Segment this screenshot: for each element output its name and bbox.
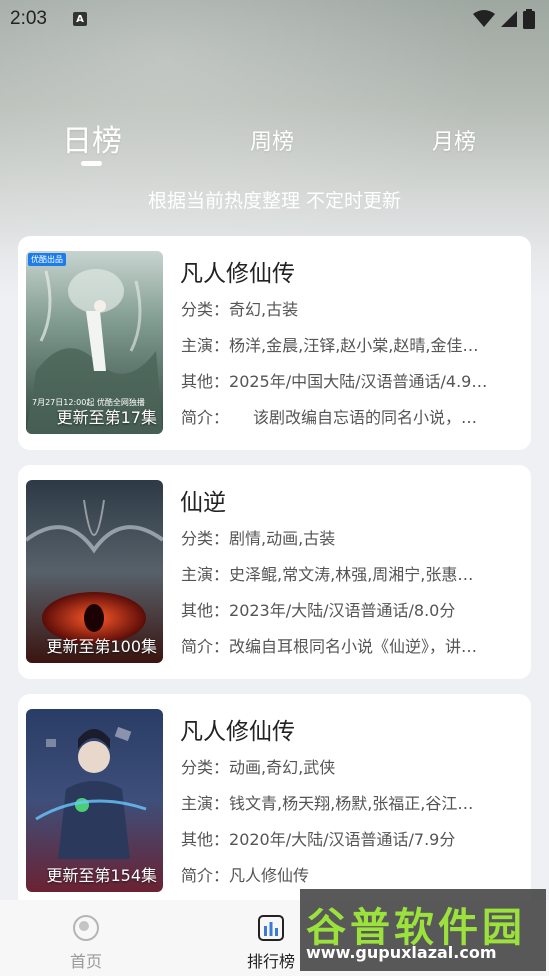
a-letter-icon: A [72, 12, 87, 26]
synopsis-row: 简介：凡人修仙传 [181, 862, 523, 886]
other-value: 2023年/大陆/汉语普通话/8.0分 [229, 601, 456, 620]
synopsis-row: 简介： 该剧改编自忘语的同名小说，… [181, 404, 523, 428]
wifi-icon [473, 10, 495, 27]
episode-status: 更新至第17集 [56, 408, 157, 427]
genre-label: 分类： [181, 300, 230, 319]
genre-row: 分类：奇幻,古装 [181, 296, 523, 320]
other-row: 其他：2020年/大陆/汉语普通话/7.9分 [181, 826, 523, 850]
synopsis-row: 简介：改编自耳根同名小说《仙逆》，讲… [181, 633, 523, 657]
other-label: 其他： [181, 601, 230, 620]
episode-status: 更新至第100集 [46, 637, 157, 656]
badge: 优酷出品 [28, 253, 66, 266]
status-bar: 2:03 A [0, 0, 549, 38]
battery-icon [523, 9, 535, 29]
genre-value: 动画,奇幻,武侠 [229, 758, 336, 777]
other-label: 其他： [181, 830, 230, 849]
synopsis-value: 该剧改编自忘语的同名小说，… [221, 408, 478, 427]
cast-value: 史泽鲲,常文涛,林强,周湘宁,张惠… [229, 565, 474, 584]
item-title: 凡人修仙传 [180, 261, 295, 287]
cast-row: 主演：史泽鲲,常文涛,林强,周湘宁,张惠… [181, 561, 523, 585]
synopsis-value: 凡人修仙传 [229, 866, 310, 885]
genre-label: 分类： [181, 758, 230, 777]
signal-icon [501, 11, 517, 27]
ranking-tabs: 日榜 周榜 月榜 [0, 110, 549, 170]
genre-row: 分类：动画,奇幻,武侠 [181, 754, 523, 778]
tab-monthly[interactable]: 月榜 [432, 124, 476, 156]
status-time: 2:03 [10, 8, 47, 29]
nav-ranking-label: 排行榜 [247, 952, 296, 971]
home-icon [73, 915, 99, 941]
ranking-icon [258, 915, 284, 941]
other-row: 其他：2025年/中国大陆/汉语普通话/4.9… [181, 368, 523, 392]
episode-status: 更新至第154集 [46, 866, 157, 885]
genre-row: 分类：剧情,动画,古装 [181, 525, 523, 549]
synopsis-value: 改编自耳根同名小说《仙逆》，讲… [229, 637, 478, 656]
watermark: 谷普软件园 www.gupuxlazal.com [300, 889, 546, 971]
other-row: 其他：2023年/大陆/汉语普通话/8.0分 [181, 597, 523, 621]
cast-label: 主演： [181, 336, 230, 355]
nav-ranking[interactable]: 排行榜 [247, 914, 295, 972]
poster-image[interactable]: 优酷出品 7月27日12:00起 优酷全网独播 更新至第17集 [26, 251, 163, 434]
genre-label: 分类： [181, 529, 230, 548]
poster-image[interactable]: 更新至第100集 [26, 480, 163, 663]
other-label: 其他： [181, 372, 230, 391]
cast-value: 杨洋,金晨,汪铎,赵小棠,赵晴,金佳… [229, 336, 479, 355]
other-value: 2020年/大陆/汉语普通话/7.9分 [229, 830, 456, 849]
cast-row: 主演：钱文青,杨天翔,杨默,张福正,谷江… [181, 790, 523, 814]
list-item[interactable]: 优酷出品 7月27日12:00起 优酷全网独播 更新至第17集 凡人修仙传 分类… [18, 236, 531, 450]
cast-label: 主演： [181, 565, 230, 584]
tab-daily[interactable]: 日榜 [62, 116, 122, 160]
tab-weekly[interactable]: 周榜 [250, 124, 294, 156]
status-icons [473, 9, 535, 29]
synopsis-label: 简介： [181, 866, 230, 885]
watermark-url: www.gupuxlazal.com [306, 943, 497, 962]
list-item[interactable]: 更新至第154集 凡人修仙传 分类：动画,奇幻,武侠 主演：钱文青,杨天翔,杨默… [18, 694, 531, 908]
synopsis-label: 简介： [181, 637, 230, 656]
nav-home-label: 首页 [70, 952, 103, 971]
synopsis-label: 简介： [181, 408, 222, 427]
item-title: 仙逆 [180, 490, 226, 516]
genre-value: 奇幻,古装 [229, 300, 299, 319]
cast-value: 钱文青,杨天翔,杨默,张福正,谷江… [229, 794, 474, 813]
poster-image[interactable]: 更新至第154集 [26, 709, 163, 892]
nav-home[interactable]: 首页 [70, 914, 102, 972]
item-title: 凡人修仙传 [180, 719, 295, 745]
other-value: 2025年/中国大陆/汉语普通话/4.9… [229, 372, 488, 391]
list-item[interactable]: 更新至第100集 仙逆 分类：剧情,动画,古装 主演：史泽鲲,常文涛,林强,周湘… [18, 465, 531, 679]
genre-value: 剧情,动画,古装 [229, 529, 336, 548]
cast-row: 主演：杨洋,金晨,汪铎,赵小棠,赵晴,金佳… [181, 332, 523, 356]
tab-indicator [81, 161, 102, 166]
cast-label: 主演： [181, 794, 230, 813]
subtitle: 根据当前热度整理 不定时更新 [147, 190, 402, 212]
